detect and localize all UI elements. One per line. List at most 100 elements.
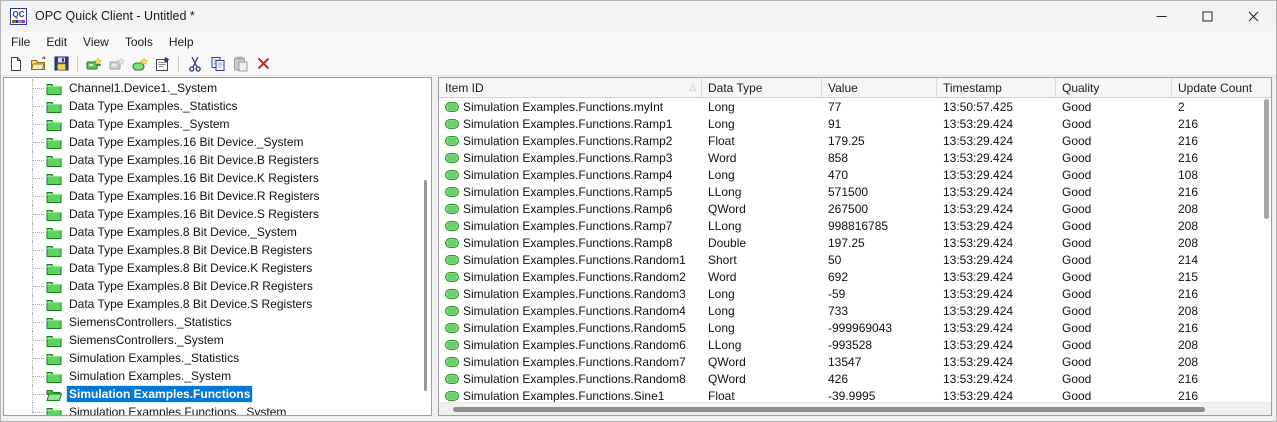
opc-item-icon xyxy=(445,220,459,231)
menu-help[interactable]: Help xyxy=(161,33,202,51)
item-row[interactable]: Simulation Examples.Functions.Random2 Wor… xyxy=(439,268,1271,285)
tree-item-label[interactable]: Simulation Examples._Statistics xyxy=(67,350,241,366)
tree-item[interactable]: Data Type Examples.16 Bit Device.B Regis… xyxy=(4,151,417,169)
tree-item[interactable]: Data Type Examples.8 Bit Device._System xyxy=(4,223,417,241)
properties-button[interactable] xyxy=(151,53,174,75)
item-row[interactable]: Simulation Examples.Functions.Ramp1 Long 9… xyxy=(439,115,1271,132)
sort-ascending-icon: △ xyxy=(689,82,696,92)
tree-item[interactable]: Simulation Examples.Functions xyxy=(4,385,417,403)
tree-item-label[interactable]: Data Type Examples.16 Bit Device.R Regis… xyxy=(67,188,322,204)
horizontal-scrollbar-thumb[interactable] xyxy=(453,407,1205,412)
column-header-data-type[interactable]: Data Type xyxy=(702,78,822,97)
tree-connector xyxy=(32,241,46,259)
folder-icon xyxy=(46,263,62,275)
timestamp-text: 13:53:29.424 xyxy=(943,150,1014,165)
item-row[interactable]: Simulation Examples.Functions.Ramp2 Float… xyxy=(439,132,1271,149)
tree-item-label[interactable]: Data Type Examples.8 Bit Device.R Regist… xyxy=(67,278,315,294)
tree-item-label[interactable]: Data Type Examples.16 Bit Device.S Regis… xyxy=(67,206,321,222)
menu-tools[interactable]: Tools xyxy=(117,33,161,51)
cell-data-type: Float xyxy=(702,389,822,403)
minimize-button[interactable] xyxy=(1138,1,1184,31)
tree-item[interactable]: Data Type Examples.8 Bit Device.R Regist… xyxy=(4,277,417,295)
column-header-timestamp[interactable]: Timestamp xyxy=(937,78,1056,97)
item-row[interactable]: Simulation Examples.Functions.Random7 QWo… xyxy=(439,353,1271,370)
item-row[interactable]: Simulation Examples.Functions.Random5 Lon… xyxy=(439,319,1271,336)
tree-item[interactable]: Simulation Examples.Functions._System xyxy=(4,403,417,415)
tree-item[interactable]: Channel1.Device1._System xyxy=(4,79,417,97)
item-row[interactable]: Simulation Examples.Functions.Ramp3 Word 8… xyxy=(439,149,1271,166)
tree-item[interactable]: Data Type Examples.16 Bit Device._System xyxy=(4,133,417,151)
tree-item-label[interactable]: Data Type Examples.8 Bit Device.S Regist… xyxy=(67,296,314,312)
cell-value: 13547 xyxy=(822,355,937,369)
tree-scrollbar-thumb[interactable] xyxy=(424,180,427,391)
column-header-update-count[interactable]: Update Count xyxy=(1172,78,1271,97)
tree-item-label[interactable]: Data Type Examples._Statistics xyxy=(67,98,240,114)
item-list-vertical-scrollbar[interactable] xyxy=(1264,99,1269,401)
item-row[interactable]: Simulation Examples.Functions.Ramp7 LLong… xyxy=(439,217,1271,234)
close-icon xyxy=(1248,11,1258,21)
tree-item-label[interactable]: Data Type Examples.8 Bit Device._System xyxy=(67,224,299,240)
item-id-text: Simulation Examples.Functions.Random2 xyxy=(463,269,686,284)
copy-button[interactable] xyxy=(206,53,229,75)
tree-item-label[interactable]: Simulation Examples.Functions._System xyxy=(67,404,288,415)
new-file-button[interactable] xyxy=(4,53,27,75)
tree-item[interactable]: Simulation Examples._System xyxy=(4,367,417,385)
tree-item[interactable]: Data Type Examples.8 Bit Device.B Regist… xyxy=(4,241,417,259)
tree-item[interactable]: SiemensControllers._System xyxy=(4,331,417,349)
maximize-button[interactable] xyxy=(1184,1,1230,31)
tree-item-label[interactable]: Data Type Examples.16 Bit Device.K Regis… xyxy=(67,170,321,186)
open-file-button[interactable] xyxy=(27,53,50,75)
tree-vertical-scrollbar[interactable] xyxy=(424,78,427,415)
item-row[interactable]: Simulation Examples.Functions.Ramp6 QWord… xyxy=(439,200,1271,217)
tree-item-label-selected[interactable]: Simulation Examples.Functions xyxy=(65,385,254,403)
item-row[interactable]: Simulation Examples.Functions.Random6 LLo… xyxy=(439,336,1271,353)
cell-quality: Good xyxy=(1056,134,1172,148)
tree-item[interactable]: SiemensControllers._Statistics xyxy=(4,313,417,331)
tree-item-label[interactable]: Simulation Examples._System xyxy=(67,368,233,384)
cut-button[interactable] xyxy=(183,53,206,75)
column-header-quality[interactable]: Quality xyxy=(1056,78,1172,97)
vertical-scrollbar-thumb[interactable] xyxy=(1264,99,1269,219)
menu-view[interactable]: View xyxy=(75,33,117,51)
tree-item-label[interactable]: Data Type Examples.16 Bit Device._System xyxy=(67,134,306,150)
item-row[interactable]: Simulation Examples.Functions.Ramp5 LLong… xyxy=(439,183,1271,200)
item-row[interactable]: Simulation Examples.Functions.myInt Long 7… xyxy=(439,98,1271,115)
close-button[interactable] xyxy=(1230,1,1276,31)
cell-quality: Good xyxy=(1056,304,1172,318)
folder-icon xyxy=(46,101,62,113)
tree-item[interactable]: Data Type Examples.16 Bit Device.K Regis… xyxy=(4,169,417,187)
item-row[interactable]: Simulation Examples.Functions.Sine1 Float… xyxy=(439,387,1271,402)
tree-item-label[interactable]: Data Type Examples.8 Bit Device.B Regist… xyxy=(67,242,314,258)
tree-item[interactable]: Simulation Examples._Statistics xyxy=(4,349,417,367)
item-row[interactable]: Simulation Examples.Functions.Random1 Sho… xyxy=(439,251,1271,268)
tree-item[interactable]: Data Type Examples._System xyxy=(4,115,417,133)
tree-item[interactable]: Data Type Examples.8 Bit Device.K Regist… xyxy=(4,259,417,277)
column-header-label: Update Count xyxy=(1178,80,1253,95)
item-row[interactable]: Simulation Examples.Functions.Random8 QWo… xyxy=(439,370,1271,387)
item-row[interactable]: Simulation Examples.Functions.Ramp8 Doubl… xyxy=(439,234,1271,251)
tree-item-label[interactable]: Channel1.Device1._System xyxy=(67,80,219,96)
tree-item-label[interactable]: Data Type Examples.8 Bit Device.K Regist… xyxy=(67,260,314,276)
tree-item[interactable]: Data Type Examples.8 Bit Device.S Regist… xyxy=(4,295,417,313)
opc-item-icon xyxy=(445,322,459,333)
tree-item-label[interactable]: Data Type Examples.16 Bit Device.B Regis… xyxy=(67,152,321,168)
tree-item-label[interactable]: Data Type Examples._System xyxy=(67,116,232,132)
delete-button[interactable] xyxy=(252,53,275,75)
item-row[interactable]: Simulation Examples.Functions.Ramp4 Long 4… xyxy=(439,166,1271,183)
item-row[interactable]: Simulation Examples.Functions.Random4 Lon… xyxy=(439,302,1271,319)
tree-item[interactable]: Data Type Examples.16 Bit Device.R Regis… xyxy=(4,187,417,205)
column-header-value[interactable]: Value xyxy=(822,78,937,97)
new-server-connection-button[interactable] xyxy=(82,53,105,75)
save-button[interactable] xyxy=(50,53,73,75)
item-list-horizontal-scrollbar[interactable] xyxy=(439,402,1271,415)
menu-file[interactable]: File xyxy=(3,33,38,51)
menu-edit[interactable]: Edit xyxy=(38,33,75,51)
tree-item[interactable]: Data Type Examples._Statistics xyxy=(4,97,417,115)
tree-item-label[interactable]: SiemensControllers._Statistics xyxy=(67,314,234,330)
column-header-item-id[interactable]: Item ID △ xyxy=(439,78,702,97)
item-row[interactable]: Simulation Examples.Functions.Random3 Lon… xyxy=(439,285,1271,302)
new-item-button[interactable] xyxy=(128,53,151,75)
item-list-body: Simulation Examples.Functions.myInt Long 7… xyxy=(439,98,1271,402)
tree-item[interactable]: Data Type Examples.16 Bit Device.S Regis… xyxy=(4,205,417,223)
tree-item-label[interactable]: SiemensControllers._System xyxy=(67,332,226,348)
